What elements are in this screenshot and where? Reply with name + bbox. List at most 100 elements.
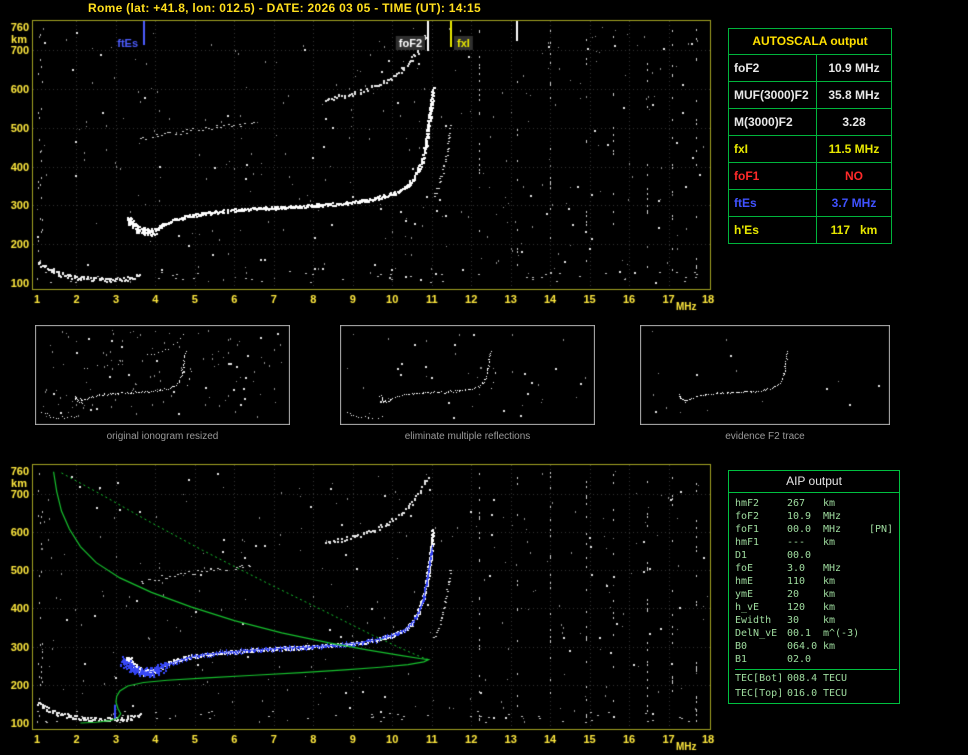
- aip-row-foe: foE 3.0 MHz: [735, 562, 897, 575]
- autoscala-row-muf3000f2: MUF(3000)F2 35.8 MHz: [729, 82, 891, 109]
- aip-row-fof2: foF2 10.9 MHz: [735, 510, 897, 523]
- thumbnail-caption-original: original ionogram resized: [106, 431, 219, 442]
- aip-param-name: D1: [735, 550, 748, 561]
- aip-param-name: foE: [735, 563, 754, 574]
- aip-param-unit: MHz: [823, 511, 842, 522]
- aip-param-unit: km: [823, 537, 836, 548]
- aip-row-ewidth: Ewidth 30 km: [735, 614, 897, 627]
- ionogram-plot: [0, 16, 724, 312]
- aip-output-title: AIP output: [729, 471, 899, 493]
- aip-param-value: 110: [787, 576, 806, 587]
- aip-param-value: 02.0: [787, 654, 812, 665]
- aip-param-extra: [PN]: [869, 524, 894, 535]
- aip-param-value: 008.4: [787, 673, 818, 684]
- aip-param-extra: [869, 497, 897, 510]
- autoscala-row-label: foF2: [729, 55, 817, 81]
- aip-row-delnve: DelN_vE 00.1 m^(-3): [735, 627, 897, 640]
- thumbnail-caption-cleaned: eliminate multiple reflections: [404, 431, 531, 442]
- aip-param-value: 20: [787, 589, 800, 600]
- aip-param-unit: m^(-3): [823, 628, 860, 639]
- aip-param-name: hmE: [735, 576, 754, 587]
- autoscala-row-value: 35.8 MHz: [828, 88, 880, 102]
- aip-param-extra: [869, 536, 897, 549]
- aip-param-extra: [869, 601, 897, 614]
- aip-param-value: 00.0: [787, 550, 812, 561]
- aip-param-unit: [823, 549, 869, 562]
- thumbnail-f2-trace: [640, 325, 890, 425]
- aip-row-fof1: foF1 00.0 MHz [PN]: [735, 523, 897, 536]
- aip-param-unit: km: [823, 615, 836, 626]
- aip-param-extra: [869, 510, 897, 523]
- aip-param-extra: [869, 672, 897, 687]
- aip-row-tecbot: TEC[Bot] 008.4 TECU: [735, 669, 897, 687]
- aip-row-d1: D1 00.0: [735, 549, 897, 562]
- aip-row-hve: h_vE 120 km: [735, 601, 897, 614]
- autoscala-row-value: NO: [845, 169, 863, 183]
- autoscala-row-label: ftEs: [729, 190, 817, 216]
- aip-param-extra: [869, 614, 897, 627]
- aip-param-unit: km: [823, 641, 836, 652]
- aip-param-extra: [869, 588, 897, 601]
- aip-param-unit: km: [823, 576, 836, 587]
- aip-row-hmf2: hmF2 267 km: [735, 497, 897, 510]
- autoscala-output-title: AUTOSCALA output: [729, 29, 891, 55]
- thumbnail-multiple-reflections-removed: [340, 325, 595, 425]
- aip-param-name: h_vE: [735, 602, 760, 613]
- autoscala-row-label: foF1: [729, 163, 817, 189]
- autoscala-row-value: 10.9 MHz: [828, 61, 880, 75]
- aip-param-unit: MHz: [823, 563, 842, 574]
- aip-param-name: B0: [735, 641, 748, 652]
- aip-param-name: foF2: [735, 511, 760, 522]
- aip-param-name: Ewidth: [735, 615, 772, 626]
- aip-output-body: hmF2 267 km foF2 10.9 MHz foF1 00.0 MHz [PN] hm…: [729, 493, 899, 700]
- aip-row-hme: hmE 110 km: [735, 575, 897, 588]
- autoscala-row-value: 3.28: [842, 115, 866, 129]
- station-date-time-title: Rome (lat: +41.8, lon: 012.5) - DATE: 20…: [88, 1, 481, 15]
- autoscala-output-panel: AUTOSCALA output foF2 10.9 MHz MUF(3000)…: [728, 28, 892, 244]
- aip-param-extra: [869, 687, 897, 700]
- aip-row-b1: B1 02.0: [735, 653, 897, 666]
- aip-param-name: B1: [735, 654, 748, 665]
- aip-param-value: 00.0: [787, 524, 812, 535]
- autoscala-row-label: h'Es: [729, 217, 817, 243]
- aip-param-extra: [869, 562, 897, 575]
- aip-param-extra: [869, 653, 897, 666]
- autoscala-row-ftes: ftEs 3.7 MHz: [729, 190, 891, 217]
- aip-param-unit: km: [823, 498, 836, 509]
- aip-row-b0: B0 064.0 km: [735, 640, 897, 653]
- aip-param-extra: [869, 575, 897, 588]
- aip-param-value: 267: [787, 498, 806, 509]
- aip-param-value: 30: [787, 615, 800, 626]
- aip-param-value: 10.9: [787, 511, 812, 522]
- aip-param-value: ---: [787, 537, 806, 548]
- autoscala-row-fof1: foF1 NO: [729, 163, 891, 190]
- aip-row-yme: ymE 20 km: [735, 588, 897, 601]
- aip-param-value: 3.0: [787, 563, 806, 574]
- autoscala-row-value: 11.5 MHz: [828, 142, 880, 156]
- aip-param-name: hmF1: [735, 537, 760, 548]
- autoscala-row-fxi: fxI 11.5 MHz: [729, 136, 891, 163]
- aip-param-value: 120: [787, 602, 806, 613]
- aip-param-unit: km: [823, 602, 836, 613]
- autoscala-row-label: fxI: [729, 136, 817, 162]
- aip-param-unit: TECU: [823, 673, 848, 684]
- autoscala-app-window: Rome (lat: +41.8, lon: 012.5) - DATE: 20…: [0, 0, 968, 755]
- aip-param-name: ymE: [735, 589, 754, 600]
- aip-param-name: foF1: [735, 524, 760, 535]
- aip-param-value: 00.1: [787, 628, 812, 639]
- aip-row-tectop: TEC[Top] 016.0 TECU: [735, 687, 897, 700]
- aip-param-unit: MHz: [823, 524, 842, 535]
- aip-param-extra: [869, 640, 897, 653]
- aip-param-value: 016.0: [787, 688, 818, 699]
- autoscala-row-label: M(3000)F2: [729, 109, 817, 135]
- autoscala-row-value: 117 km: [830, 223, 878, 237]
- aip-param-extra: [869, 549, 897, 562]
- aip-param-extra: [869, 627, 897, 640]
- aip-param-name: TEC[Bot]: [735, 673, 784, 684]
- autoscala-row-value: 3.7 MHz: [831, 196, 877, 210]
- autoscala-row-label: MUF(3000)F2: [729, 82, 817, 108]
- aip-row-hmf1: hmF1 --- km: [735, 536, 897, 549]
- aip-param-value: 064.0: [787, 641, 818, 652]
- ionogram-profile-plot: [0, 458, 724, 754]
- aip-param-name: hmF2: [735, 498, 760, 509]
